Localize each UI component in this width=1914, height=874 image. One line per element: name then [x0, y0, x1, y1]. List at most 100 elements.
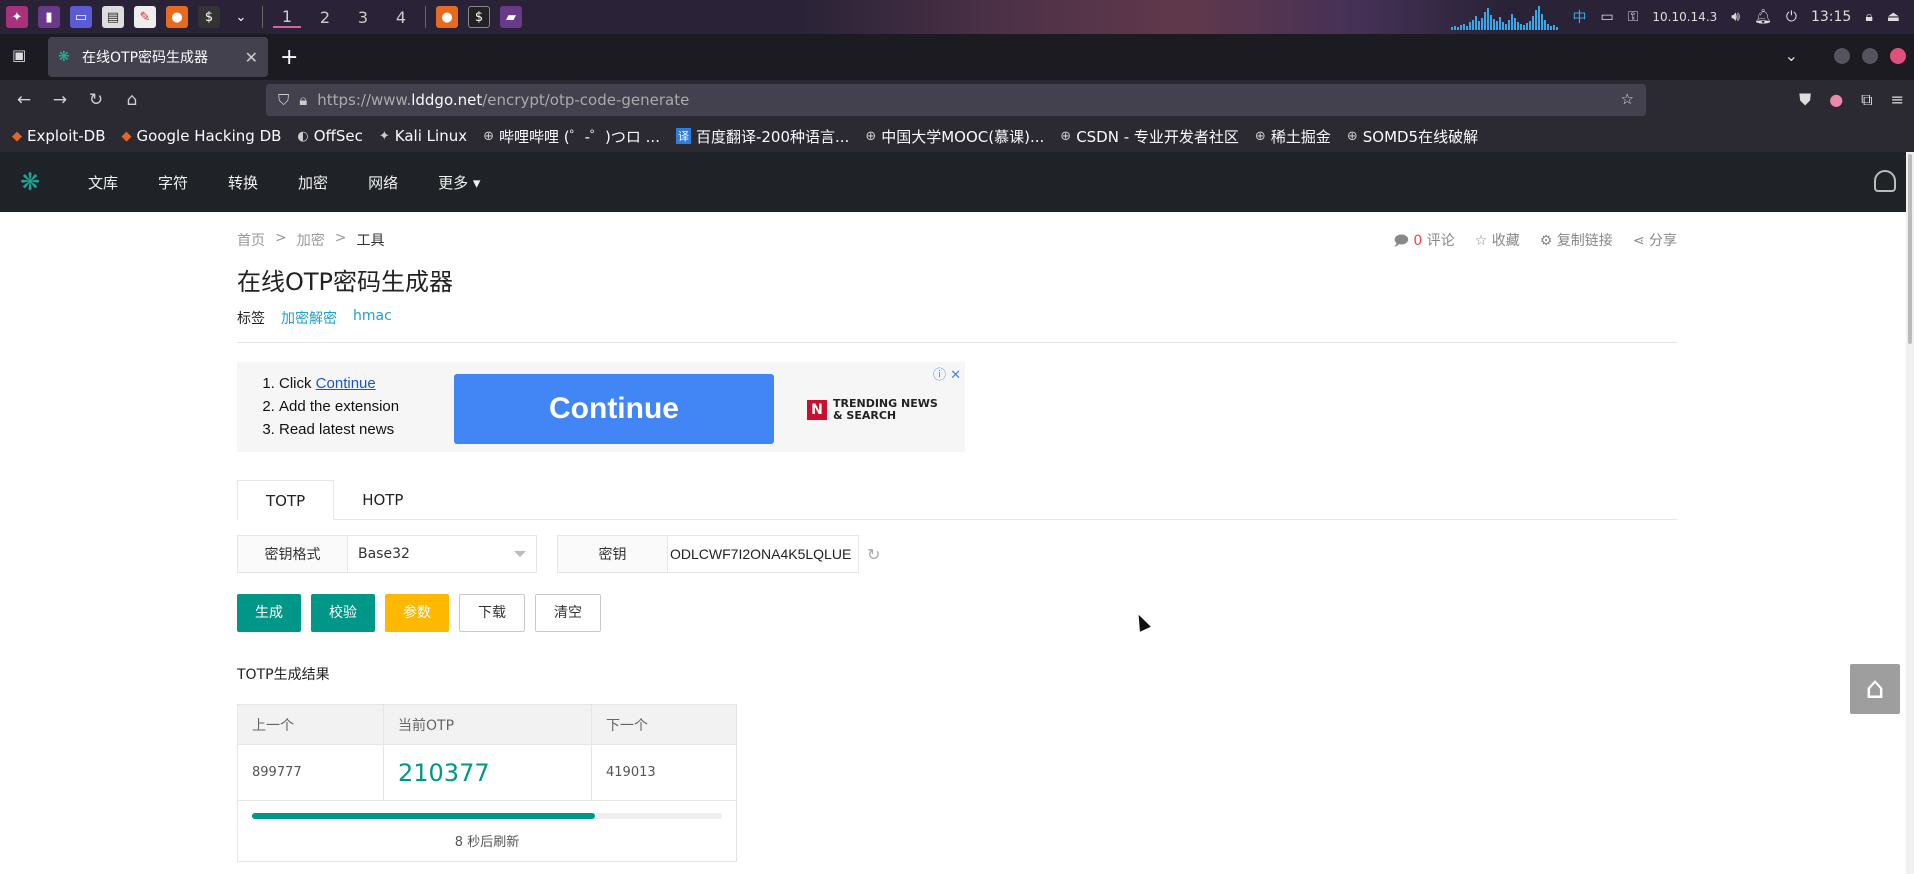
key-format-value: Base32	[358, 546, 410, 562]
tag-hmac[interactable]: hmac	[353, 308, 392, 328]
key-input[interactable]: ODLCWF7I2ONA4K5LQLUE	[668, 536, 858, 572]
list-all-tabs-icon[interactable]: ⌄	[1785, 46, 1798, 65]
maximize-button[interactable]	[1862, 48, 1878, 64]
workspace-2[interactable]: 2	[311, 8, 339, 27]
desktop-icon[interactable]: ▭	[70, 6, 92, 28]
bookmark-item[interactable]: ◆ Google Hacking DB	[122, 127, 282, 145]
firefox-task-icon[interactable]: ●	[436, 6, 458, 28]
refresh-progress: 8 秒后刷新	[238, 801, 736, 861]
bookmark-star-icon[interactable]: ☆	[1621, 90, 1634, 108]
close-tab-icon[interactable]: ✕	[245, 48, 258, 67]
user-icon[interactable]	[1874, 170, 1896, 192]
forward-icon[interactable]: →	[42, 90, 78, 110]
menu-item-network[interactable]: 网络	[368, 172, 398, 193]
tab-totp[interactable]: TOTP	[237, 480, 335, 520]
editor-icon[interactable]: ✎	[134, 6, 156, 28]
params-button[interactable]: 参数	[385, 594, 449, 632]
terminal-launcher-icon[interactable]: ▮	[38, 6, 60, 28]
regenerate-key-icon[interactable]: ↻	[867, 545, 880, 564]
clear-button[interactable]: 清空	[535, 594, 601, 632]
bookmark-item[interactable]: ◆ Exploit-DB	[12, 127, 106, 145]
bookmarks-bar: ◆ Exploit-DB ◆ Google Hacking DB ◐ OffSec ✦ Kal…	[0, 120, 1914, 152]
crumb-encrypt[interactable]: 加密	[297, 230, 325, 250]
download-button[interactable]: 下载	[459, 594, 525, 632]
key-format-select[interactable]: Base32	[348, 536, 536, 572]
files-icon[interactable]: ▤	[102, 6, 124, 28]
bookmark-item[interactable]: 译百度翻译-200种语言...	[675, 126, 849, 147]
menu-icon[interactable]: ≡	[1891, 90, 1904, 110]
ad-step-3: Read latest news	[279, 418, 399, 441]
terminal-icon[interactable]: $	[198, 6, 220, 28]
browser-nav-bar: ← → ↻ ⌂ ⛉ 🔒︎ https://www.lddgo.net/encry…	[0, 80, 1914, 120]
site-logo-icon[interactable]: ❋	[20, 169, 46, 195]
back-icon[interactable]: ←	[6, 90, 42, 110]
crumb-home[interactable]: 首页	[237, 230, 265, 250]
logout-icon[interactable]: ⏏	[1887, 9, 1900, 25]
favorite-action[interactable]: ☆ 收藏	[1475, 230, 1520, 254]
pocket-icon[interactable]: ⛊	[1799, 90, 1811, 110]
browser-tab-active[interactable]: ❋ 在线OTP密码生成器 ✕	[48, 37, 268, 77]
comment-action[interactable]: 🗩 0 评论	[1393, 230, 1454, 254]
terminal-task-icon[interactable]: $	[468, 6, 490, 28]
ad-step-1: Click Continue	[279, 372, 399, 395]
padlock-icon[interactable]: 🔒︎	[299, 91, 307, 109]
tab-hotp[interactable]: HOTP	[334, 480, 431, 520]
menu-item-more[interactable]: 更多 ▾	[438, 172, 480, 193]
bookmark-item[interactable]: ⊕ 稀土掘金	[1255, 126, 1331, 147]
firefox-icon[interactable]: ●	[166, 6, 188, 28]
tag-crypto[interactable]: 加密解密	[281, 308, 337, 328]
copy-link-action[interactable]: ⚙ 复制链接	[1540, 230, 1613, 254]
scrollbar-thumb[interactable]	[1908, 154, 1912, 344]
extension-avatar-icon[interactable]: ●	[1829, 90, 1843, 110]
ad-brand-logo: N TRENDING NEWS & SEARCH	[807, 398, 938, 422]
display-icon[interactable]: ▭	[1600, 9, 1613, 25]
lock-icon[interactable]: 🔒︎	[1865, 9, 1872, 25]
back-to-home-icon[interactable]: ⌂	[1850, 664, 1900, 714]
page-scrollbar[interactable]	[1906, 152, 1914, 874]
shield-icon[interactable]: ⛉	[278, 91, 289, 109]
menu-item-library[interactable]: 文库	[88, 172, 118, 193]
bookmark-item[interactable]: ⊕ 哔哩哔哩 (゜-゜)つロ ...	[483, 126, 660, 147]
kali-menu-icon[interactable]: ✦	[6, 6, 28, 28]
bookmark-label: Google Hacking DB	[136, 127, 282, 145]
bookmark-item[interactable]: ⊕ 中国大学MOOC(慕课)...	[865, 126, 1044, 147]
share-action[interactable]: ⋖ 分享	[1633, 230, 1677, 254]
key-group: 密钥 ODLCWF7I2ONA4K5LQLUE	[557, 535, 859, 573]
volume-icon[interactable]: 🔊︎	[1731, 9, 1740, 25]
workspace-4[interactable]: 4	[387, 8, 415, 27]
bookmark-item[interactable]: ⊕ SOMD5在线破解	[1347, 126, 1478, 147]
url-bar[interactable]: ⛉ 🔒︎ https://www.lddgo.net/encrypt/otp-c…	[266, 84, 1646, 116]
power-icon[interactable]: ⏻	[1786, 9, 1797, 25]
crumb-tools: 工具	[356, 233, 385, 249]
minimize-button[interactable]	[1834, 48, 1850, 64]
menu-item-convert[interactable]: 转换	[228, 172, 258, 193]
workspace-3[interactable]: 3	[349, 8, 377, 27]
bookmark-label: CSDN - 专业开发者社区	[1076, 127, 1239, 146]
home-icon[interactable]: ⌂	[114, 90, 150, 110]
folder-task-icon[interactable]: ▰	[500, 6, 522, 28]
menu-item-encrypt[interactable]: 加密	[298, 172, 328, 193]
workspace-1[interactable]: 1	[273, 7, 301, 28]
menu-item-chars[interactable]: 字符	[158, 172, 188, 193]
ad-close-icon[interactable]: ⓘ ✕	[933, 364, 961, 383]
divider	[237, 342, 1677, 343]
bookmark-item[interactable]: ◐ OffSec	[297, 127, 362, 145]
globe-icon: ⊕	[1254, 128, 1266, 144]
ad-continue-button[interactable]: Continue	[454, 374, 774, 444]
notification-bell-icon[interactable]: 🔔︎	[1754, 9, 1772, 25]
bookmark-item[interactable]: ⊕ CSDN - 专业开发者社区	[1060, 126, 1239, 147]
tab-overview-icon[interactable]: ▣	[12, 46, 26, 64]
verify-button[interactable]: 校验	[311, 594, 375, 632]
generate-button[interactable]: 生成	[237, 594, 301, 632]
result-table: 上一个 当前OTP 下一个 899777 210377 419013 8 秒后刷…	[237, 704, 737, 862]
bookmark-item[interactable]: ✦ Kali Linux	[379, 127, 467, 145]
ad-continue-link[interactable]: Continue	[316, 375, 376, 392]
ad-banner[interactable]: Click Continue Add the extension Read la…	[237, 362, 965, 452]
chevron-down-icon[interactable]: ⌄	[230, 6, 252, 28]
close-window-button[interactable]	[1890, 48, 1906, 64]
ime-indicator[interactable]: 中	[1572, 7, 1586, 27]
ghdb-icon: ◆	[121, 128, 132, 144]
new-tab-button[interactable]: +	[280, 45, 298, 70]
reload-icon[interactable]: ↻	[78, 90, 114, 110]
extensions-icon[interactable]: ⧉	[1861, 90, 1872, 110]
